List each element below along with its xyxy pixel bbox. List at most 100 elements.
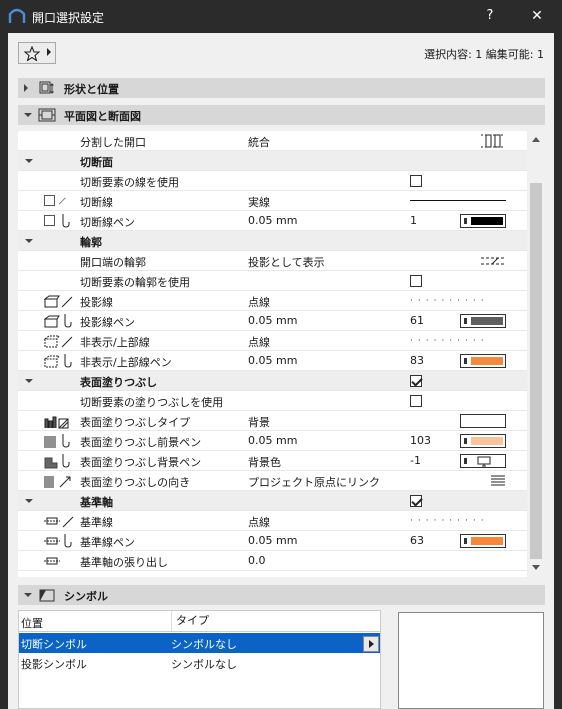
group-label: 表面塗りつぶし [80,376,158,389]
property-row[interactable]: 開口端の輪郭 投影として表示 [18,251,534,271]
symbol-picker-button[interactable] [363,636,379,652]
vertical-scrollbar[interactable] [527,131,545,577]
pen-number: 1 [410,214,417,227]
pen-number: 103 [410,434,431,447]
section-shape-position[interactable]: 形状と位置 [18,78,545,98]
property-value: 0.05 mm [248,314,298,327]
property-label: 投影線 [80,296,113,309]
fill-background-pen-icon [44,454,70,469]
use-cut-element-lines-checkbox[interactable] [410,175,422,187]
property-row[interactable]: 表面塗りつぶしタイプ 背景 [18,411,534,431]
property-row[interactable]: 基準線ペン 0.05 mm 63 [18,531,534,551]
close-button[interactable]: ✕ [525,6,549,26]
property-row[interactable]: 表面塗りつぶし前景ペン 0.05 mm 103 [18,431,534,451]
projection-pen-icon [44,314,72,328]
fill-type-preview[interactable] [460,414,506,428]
pen-number: 63 [410,534,424,547]
pen-number: 83 [410,354,424,367]
property-value: 0.05 mm [248,534,298,547]
section-plan-section[interactable]: 平面図と断面図 [18,105,545,125]
axis-extension-icon [44,557,60,565]
pen-color-swatch[interactable] [460,214,506,228]
shape-position-icon [39,81,54,94]
property-label: 非表示/上部線ペン [80,356,172,369]
favorites-menu-arrow-icon [47,48,51,56]
property-value: 投影として表示 [248,256,325,269]
surface-fill-checkbox[interactable] [410,375,422,387]
fill-type-icon [44,416,69,429]
property-row[interactable]: 分割した開口 統合 [18,131,534,151]
symbol-row-projection[interactable]: 投影シンボル シンボルなし [19,653,380,673]
background-color-swatch[interactable] [460,454,506,468]
property-row[interactable]: 表面塗りつぶし背景ペン 背景色 -1 [18,451,534,471]
window-title: 開口選択設定 [32,11,105,25]
reference-line-pen-icon [44,534,72,548]
property-value: 統合 [248,136,270,149]
symbol-row-cut[interactable]: 切断シンボル シンボルなし [19,633,380,653]
property-label: 切断要素の線を使用 [80,176,179,189]
split-opening-icon [481,134,505,148]
group-reference-axis[interactable]: 基準軸 [18,491,534,511]
reference-axis-checkbox[interactable] [410,495,422,507]
property-value: 背景色 [248,456,281,469]
scroll-up-icon[interactable] [532,137,540,142]
group-label: 輪郭 [80,236,102,249]
section-shape-position-label: 形状と位置 [64,83,119,96]
pen-color-swatch[interactable] [460,534,506,548]
plan-section-icon [38,108,56,122]
property-label: 分割した開口 [80,136,146,149]
pen-color-swatch[interactable] [460,354,506,368]
column-header-type: タイプ [171,611,209,631]
property-row[interactable]: 切断線 実線 [18,191,534,211]
property-row[interactable]: 非表示/上部線ペン 0.05 mm 83 [18,351,534,371]
property-label: 基準軸の張り出し [80,556,168,569]
link-checkbox[interactable] [44,195,55,206]
section-symbol-label: シンボル [64,590,108,603]
property-row[interactable]: 投影線 点線 ·········· [18,291,534,311]
favorites-button[interactable] [18,42,56,64]
expand-arrow-icon [24,84,28,92]
group-cut-surface[interactable]: 切断面 [18,151,534,171]
use-cut-element-outline-checkbox[interactable] [410,275,422,287]
dotted-line-preview: ·········· [410,516,489,524]
section-symbol[interactable]: シンボル [18,585,545,605]
symbol-table: 位置 タイプ 切断シンボル シンボルなし 投影シンボル シンボルなし [18,610,381,709]
property-value: 0.05 mm [248,354,298,367]
symbol-position: 投影シンボル [21,658,87,671]
property-row[interactable]: 基準軸の張り出し 0.0 [18,551,534,571]
property-row[interactable]: 基準線 点線 ·········· [18,511,534,531]
pen-color-swatch[interactable] [460,434,506,448]
property-row[interactable]: 表面塗りつぶしの向き プロジェクト原点にリンク [18,471,534,491]
scroll-thumb[interactable] [530,183,542,559]
property-label: 基準線 [80,516,113,529]
collapse-arrow-icon [25,499,33,503]
hatch-orientation-icon [491,475,505,486]
opening-edge-icon [481,257,505,265]
help-button[interactable]: ? [478,6,502,26]
group-outline[interactable]: 輪郭 [18,231,534,251]
selection-info: 選択内容: 1 編集可能: 1 [424,48,544,61]
property-value: プロジェクト原点にリンク [248,476,380,489]
property-row[interactable]: 非表示/上部線 点線 ·········· [18,331,534,351]
property-row[interactable]: 切断要素の輪郭を使用 [18,271,534,291]
property-row[interactable]: 切断要素の線を使用 [18,171,534,191]
property-row[interactable]: 投影線ペン 0.05 mm 61 [18,311,534,331]
property-label: 開口端の輪郭 [80,256,146,269]
reference-line-icon [44,516,74,528]
pen-color-swatch[interactable] [460,314,506,328]
pen-icon [62,214,70,228]
group-label: 基準軸 [80,496,113,509]
property-row[interactable]: 切断要素の塗りつぶしを使用 [18,391,534,411]
property-value: 0.05 mm [248,214,298,227]
link-checkbox[interactable] [44,215,55,226]
collapse-arrow-icon [25,239,33,243]
property-row[interactable]: 切断線ペン 0.05 mm 1 [18,211,534,231]
property-label: 基準線ペン [80,536,135,549]
property-value: 点線 [248,296,270,309]
symbol-type: シンボルなし [171,658,237,671]
use-cut-element-fill-checkbox[interactable] [410,395,422,407]
scroll-down-icon[interactable] [532,565,540,570]
group-surface-fill[interactable]: 表面塗りつぶし [18,371,534,391]
symbol-table-header: 位置 タイプ [19,611,380,632]
property-value: 0.05 mm [248,434,298,447]
